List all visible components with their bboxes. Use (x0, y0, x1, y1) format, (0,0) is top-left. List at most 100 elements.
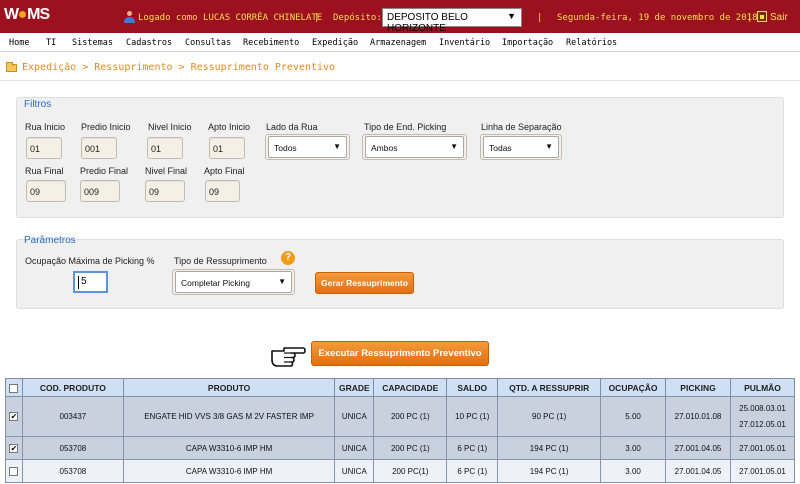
main-menu: Home TI Sistemas Cadastros Consultas Rec… (0, 33, 800, 52)
tipo-ressuprimento-label: Tipo de Ressuprimento (174, 256, 267, 266)
params-title: Parâmetros (24, 235, 76, 246)
cell-picking: 27.001.04.05 (665, 436, 731, 460)
exit-icon[interactable] (757, 11, 767, 22)
row-checkbox-cell[interactable]: ✔ (5, 436, 23, 460)
breadcrumb-text: Expedição > Ressuprimento > Ressupriment… (22, 62, 336, 73)
predio-inicio-input[interactable]: 001 (81, 137, 117, 159)
col-qtd-ressuprir: QTD. A RESSUPRIR (497, 378, 602, 397)
executar-ressuprimento-button[interactable]: Executar Ressuprimento Preventivo (311, 341, 489, 366)
chevron-down-icon: ▼ (545, 142, 553, 151)
linha-sep-label: Linha de Separação (481, 122, 562, 132)
filters-title: Filtros (24, 99, 52, 110)
predio-final-input[interactable]: 009 (80, 180, 120, 202)
predio-final-label: Predio Final (80, 166, 129, 176)
deposit-select-value: DEPOSITO BELO HORIZONTE (387, 12, 468, 34)
select-all-header[interactable] (5, 378, 23, 397)
cell-grade: UNICA (334, 396, 375, 437)
row-checkbox-cell[interactable] (5, 459, 23, 483)
linha-sep-select[interactable]: Todas ▼ (483, 136, 559, 158)
menu-item-consultas[interactable]: Consultas (185, 38, 231, 48)
lado-rua-label: Lado da Rua (266, 122, 318, 132)
menu-item-sistemas[interactable]: Sistemas (72, 38, 113, 48)
cell-capacidade: 200 PC (1) (373, 436, 448, 460)
nivel-inicio-input[interactable]: 01 (147, 137, 183, 159)
help-icon[interactable]: ? (281, 251, 295, 265)
rua-inicio-label: Rua Inicio (25, 122, 66, 132)
deposit-select[interactable]: DEPOSITO BELO HORIZONTE ▼ (382, 8, 522, 34)
cell-produto: CAPA W3310-6 IMP HM (122, 459, 336, 483)
top-bar: W MS Logado como LUCAS CORRÊA CHINELATE |… (0, 0, 800, 34)
nivel-final-input[interactable]: 09 (145, 180, 185, 202)
chevron-down-icon: ▼ (333, 142, 341, 151)
linha-sep-value: Todas (489, 143, 512, 153)
menu-item-ti[interactable]: TI (46, 38, 56, 48)
tipo-end-label: Tipo de End. Picking (364, 122, 447, 132)
exit-link[interactable]: Sair (770, 12, 788, 23)
deposit-label: Depósito: (333, 13, 382, 23)
col-capacidade: CAPACIDADE (373, 378, 448, 397)
user-icon (124, 11, 135, 23)
pulmao-address: 25.008.03.01 (739, 403, 786, 413)
table-row[interactable]: 053708 CAPA W3310-6 IMP HM UNICA 200 PC(… (5, 459, 796, 483)
col-cod-produto: COD. PRODUTO (21, 378, 124, 397)
predio-inicio-label: Predio Inicio (81, 122, 131, 132)
separator: | (747, 13, 753, 23)
separator: | (537, 13, 543, 23)
current-date: Segunda-feira, 19 de novembro de 2018 (557, 13, 758, 23)
chevron-down-icon: ▼ (278, 277, 286, 286)
cell-ocupacao: 5.00 (600, 396, 667, 437)
cell-grade: UNICA (334, 436, 375, 460)
cell-picking: 27.001.04.05 (665, 459, 731, 483)
apto-inicio-label: Apto Inicio (208, 122, 251, 132)
rua-final-input[interactable]: 09 (26, 180, 66, 202)
menu-item-importacao[interactable]: Importação (502, 38, 553, 48)
col-produto: PRODUTO (122, 378, 336, 397)
gerar-ressuprimento-button[interactable]: Gerar Ressuprimento (315, 272, 414, 294)
cell-saldo: 6 PC (1) (446, 459, 499, 483)
lado-rua-value: Todos (274, 143, 297, 153)
menu-item-recebimento[interactable]: Recebimento (243, 38, 299, 48)
apto-final-input[interactable]: 09 (205, 180, 240, 202)
wms-logo: W MS (4, 6, 50, 23)
rua-final-label: Rua Final (25, 166, 64, 176)
table-row[interactable]: ✔ 053708 CAPA W3310-6 IMP HM UNICA 200 P… (5, 436, 796, 460)
menu-item-inventario[interactable]: Inventário (439, 38, 490, 48)
menu-item-armazenagem[interactable]: Armazenagem (370, 38, 426, 48)
menu-item-home[interactable]: Home (9, 38, 29, 48)
col-grade: GRADE (334, 378, 375, 397)
cell-qtd: 194 PC (1) (497, 436, 602, 460)
ocupacao-value: 5 (81, 276, 87, 287)
lado-rua-select[interactable]: Todos ▼ (268, 136, 347, 158)
cell-grade: UNICA (334, 459, 375, 483)
cell-produto: ENGATE HID VVS 3/8 GAS M 2V FASTER IMP (122, 396, 336, 437)
col-ocupacao: OCUPAÇÃO (600, 378, 667, 397)
select-all-checkbox[interactable] (9, 383, 19, 393)
menu-item-cadastros[interactable]: Cadastros (126, 38, 172, 48)
ocupacao-input[interactable]: 5 (73, 271, 108, 293)
apto-inicio-input[interactable]: 01 (209, 137, 245, 159)
cell-pulmao: 27.001.05.01 (729, 436, 796, 460)
ocupacao-label: Ocupação Máxima de Picking % (25, 256, 155, 266)
row-checkbox-checked[interactable]: ✔ (9, 412, 19, 422)
tipo-ressuprimento-select[interactable]: Completar Picking ▼ (175, 271, 292, 293)
cell-saldo: 10 PC (1) (446, 396, 499, 437)
pulmao-address: 27.012.05.01 (739, 419, 786, 429)
row-checkbox[interactable] (9, 466, 19, 476)
rua-inicio-input[interactable]: 01 (26, 137, 62, 159)
cell-qtd: 194 PC (1) (497, 459, 602, 483)
menu-item-relatorios[interactable]: Relatórios (566, 38, 617, 48)
menu-item-expedicao[interactable]: Expedição (312, 38, 358, 48)
tipo-end-value: Ambos (371, 143, 398, 153)
row-checkbox-checked[interactable]: ✔ (9, 443, 19, 453)
breadcrumb: Expedição > Ressuprimento > Ressupriment… (0, 60, 800, 76)
table-row[interactable]: ✔ 003437 ENGATE HID VVS 3/8 GAS M 2V FAS… (5, 396, 796, 437)
cell-capacidade: 200 PC(1) (373, 459, 448, 483)
cell-ocupacao: 3.00 (600, 459, 667, 483)
tipo-end-select[interactable]: Ambos ▼ (365, 136, 464, 158)
pointing-hand-icon (271, 347, 306, 367)
row-checkbox-cell[interactable]: ✔ (5, 396, 23, 437)
nivel-inicio-label: Nivel Inicio (148, 122, 192, 132)
separator: | (314, 13, 320, 23)
nivel-final-label: Nivel Final (145, 166, 188, 176)
chevron-down-icon: ▼ (507, 11, 516, 21)
